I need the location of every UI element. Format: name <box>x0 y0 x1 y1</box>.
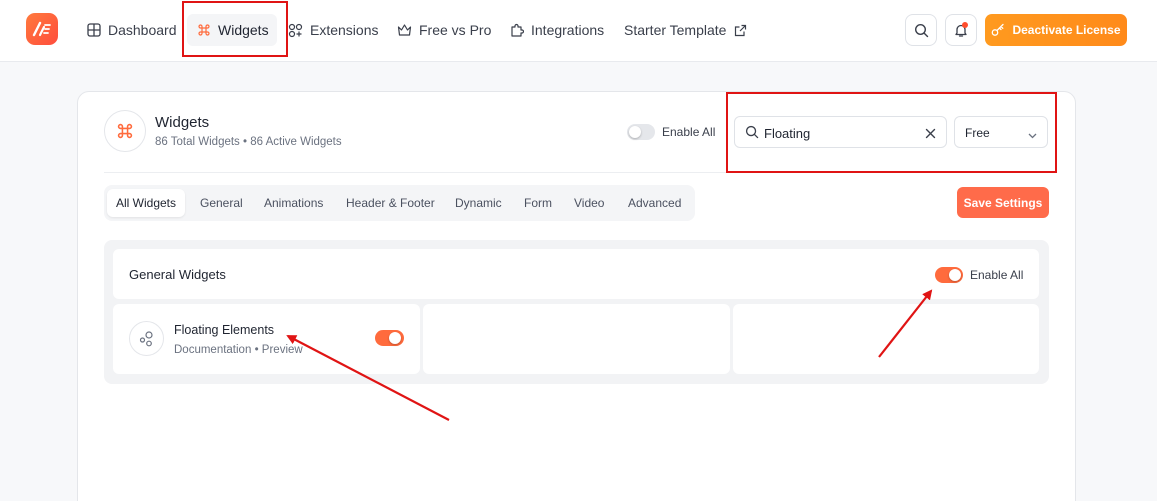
annotation-arrows <box>286 289 933 421</box>
arrow-to-floating-elements <box>286 335 450 421</box>
arrow-to-enable-all <box>878 289 933 358</box>
